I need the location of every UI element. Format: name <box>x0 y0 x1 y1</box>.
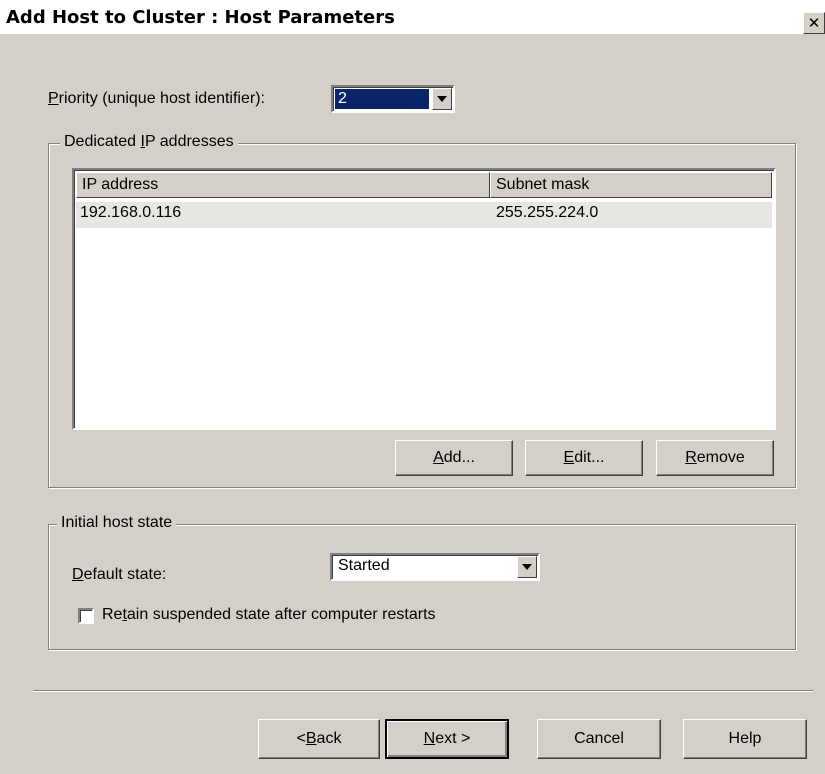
footer-separator <box>33 690 813 692</box>
remove-button[interactable]: Remove <box>656 440 774 476</box>
column-header-ip-address[interactable]: IP address <box>76 172 490 198</box>
title-bar: Add Host to Cluster : Host Parameters <box>0 0 825 34</box>
table-row[interactable]: 192.168.0.116 255.255.224.0 <box>76 202 772 228</box>
default-state-dropdown-arrow[interactable] <box>517 556 537 578</box>
close-button[interactable]: ✕ <box>803 12 825 34</box>
column-header-subnet-mask[interactable]: Subnet mask <box>490 172 772 198</box>
default-state-combobox[interactable]: Started <box>330 553 540 581</box>
priority-combobox[interactable]: 2 <box>331 85 455 113</box>
edit-button[interactable]: Edit... <box>525 440 643 476</box>
window-title: Add Host to Cluster : Host Parameters <box>6 6 395 28</box>
retain-suspended-label[interactable]: Retain suspended state after computer re… <box>102 606 436 624</box>
retain-suspended-checkbox[interactable] <box>78 608 94 624</box>
back-button[interactable]: < Back <box>258 719 380 759</box>
close-icon: ✕ <box>807 13 821 32</box>
priority-label: Priority (unique host identifier): <box>48 90 265 107</box>
chevron-down-icon <box>437 96 447 102</box>
priority-value: 2 <box>335 89 429 109</box>
subnet-mask-cell: 255.255.224.0 <box>496 204 599 221</box>
priority-dropdown-arrow[interactable] <box>432 88 452 110</box>
cancel-button[interactable]: Cancel <box>537 719 661 759</box>
help-button[interactable]: Help <box>683 719 807 759</box>
initial-host-state-title: Initial host state <box>57 514 177 532</box>
ip-address-list[interactable]: IP address Subnet mask 192.168.0.116 255… <box>72 168 776 430</box>
next-button[interactable]: Next > <box>385 719 509 759</box>
default-state-label: Default state: <box>72 566 167 583</box>
default-state-value: Started <box>338 557 390 574</box>
ip-address-cell: 192.168.0.116 <box>80 204 182 221</box>
initial-host-state-group <box>48 524 796 650</box>
dedicated-ip-group-title: Dedicated IP addresses <box>60 133 238 151</box>
chevron-down-icon <box>522 564 532 570</box>
add-button[interactable]: Add... <box>395 440 513 476</box>
